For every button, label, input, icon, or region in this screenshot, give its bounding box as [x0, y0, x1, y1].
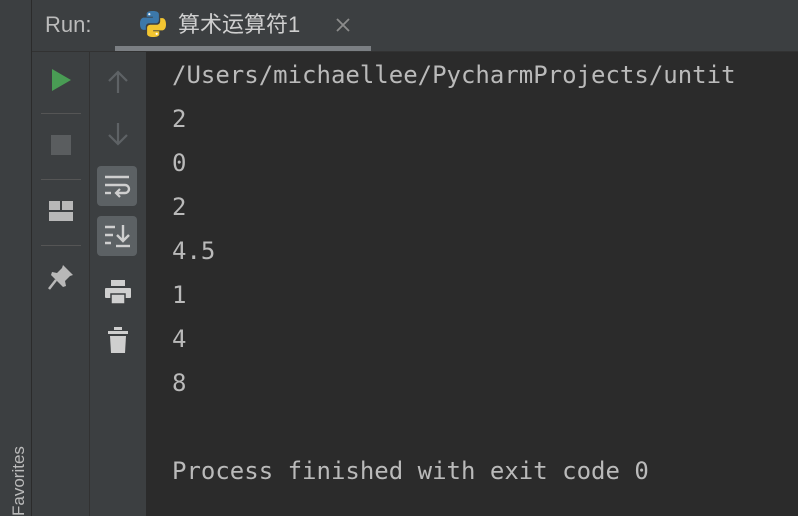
tab-title: 算术运算符1	[178, 12, 301, 37]
stop-button[interactable]	[41, 125, 81, 165]
layout-button[interactable]	[41, 191, 81, 231]
console-output-line: 4.5	[172, 237, 216, 265]
print-button[interactable]	[98, 272, 138, 312]
console-output-line: 4	[172, 325, 187, 353]
run-toolbar-primary	[32, 52, 90, 516]
toolbar-divider	[41, 113, 81, 114]
arrow-up-icon	[108, 70, 128, 93]
pin-icon	[48, 265, 73, 290]
clear-button[interactable]	[98, 320, 138, 360]
down-stack-button[interactable]	[98, 114, 138, 154]
favorites-strip: Favorites	[0, 0, 32, 516]
arrow-down-icon	[108, 123, 128, 146]
run-tab[interactable]: 算术运算符1	[115, 0, 371, 51]
soft-wrap-icon	[105, 175, 131, 198]
console-output-line: 2	[172, 105, 187, 133]
favorites-tab[interactable]: Favorites	[9, 426, 29, 516]
console-output-line: 8	[172, 369, 187, 397]
play-icon	[52, 69, 71, 91]
python-icon	[140, 11, 166, 37]
console-output-line: 2	[172, 193, 187, 221]
scroll-to-end-icon	[105, 225, 130, 248]
run-label: Run:	[45, 12, 92, 37]
stop-icon	[51, 135, 71, 155]
up-stack-button[interactable]	[98, 62, 138, 102]
toolbar-divider	[41, 179, 81, 180]
close-icon[interactable]	[333, 15, 353, 35]
rerun-button[interactable]	[41, 60, 81, 100]
console-command-path: /Users/michaellee/PycharmProjects/untit	[172, 61, 736, 89]
soft-wrap-button[interactable]	[97, 166, 137, 206]
print-icon	[105, 280, 131, 305]
run-toolbar-secondary	[90, 52, 147, 516]
console-output-line: 1	[172, 281, 187, 309]
console-output[interactable]: /Users/michaellee/PycharmProjects/untit …	[147, 52, 798, 516]
scroll-to-end-button[interactable]	[97, 216, 137, 256]
run-panel-header: Run: 算术运算符1	[32, 0, 798, 52]
trash-icon	[108, 327, 128, 353]
console-exit-message: Process finished with exit code 0	[172, 457, 649, 485]
layout-icon	[49, 201, 73, 221]
toolbar-divider	[41, 245, 81, 246]
console-output-line: 0	[172, 149, 187, 177]
pin-button[interactable]	[41, 257, 81, 297]
